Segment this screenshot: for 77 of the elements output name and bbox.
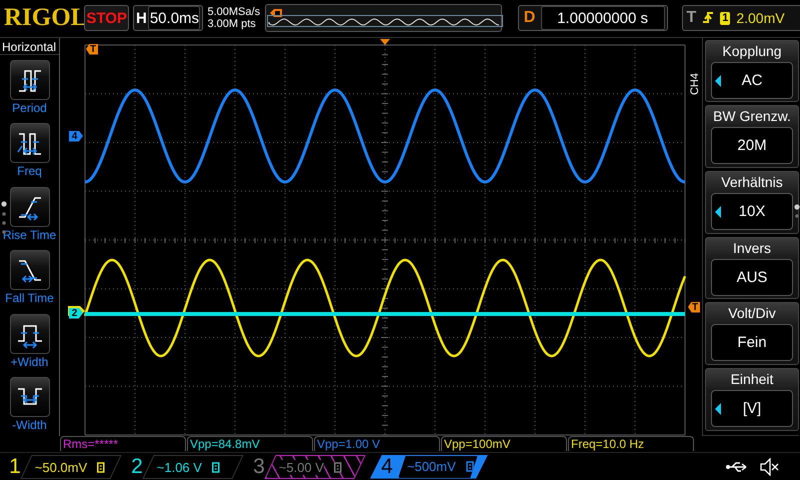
- menu-value: 10X: [738, 202, 766, 220]
- timebase-value: 50.0ms: [148, 6, 200, 30]
- menu-value-button[interactable]: AUS: [711, 258, 793, 296]
- period-button[interactable]: [10, 60, 50, 100]
- bandwidth-limit-icon: [97, 461, 106, 472]
- channel-number: 4: [380, 454, 394, 479]
- menu-value: Fein: [737, 334, 767, 352]
- channel-number: 3: [252, 454, 266, 479]
- menu-value-button[interactable]: 10X: [711, 192, 793, 230]
- menu-label: Rise Time: [2, 228, 56, 242]
- nwidth-button[interactable]: [10, 377, 50, 418]
- menu-label: -Width: [12, 418, 47, 432]
- channel-number: 2: [130, 454, 144, 479]
- usb-icon: [726, 460, 748, 473]
- menu-item-header: Kopplung: [722, 42, 782, 61]
- trigger-panel[interactable]: T 1 2.00mV: [682, 5, 800, 32]
- knob-arrow-icon: [715, 402, 721, 415]
- memory-depth: 3.00M pts: [207, 18, 257, 30]
- delay-label: D: [522, 9, 536, 28]
- trigger-level: 2.00mV: [736, 10, 785, 26]
- measurement-readout: Vpp=100mV: [441, 436, 567, 451]
- menu-value: AC: [742, 72, 762, 89]
- menu-label: Period: [12, 100, 47, 115]
- channel-tab[interactable]: 2 ~1.06 V: [126, 454, 238, 479]
- trigger-position-icon: [380, 38, 390, 45]
- measurement-readout: Freq=10.0 Hz: [568, 436, 694, 451]
- bandwidth-limit-icon: [466, 461, 474, 472]
- menu-value-button[interactable]: Fein: [711, 324, 793, 362]
- menu-item-header: BW Grenzw.: [713, 107, 791, 126]
- channel-tab[interactable]: 4 ~500mV: [370, 454, 488, 479]
- channel-tab[interactable]: 1 ~50.0mV: [4, 454, 116, 479]
- menu-title: Horizontal: [0, 38, 59, 55]
- menu-value-button[interactable]: [V]: [711, 390, 793, 427]
- channel-marker[interactable]: 4: [69, 130, 83, 142]
- trigger-label: T: [686, 9, 696, 28]
- channel-tab[interactable]: 3 ~5.00 V: [248, 454, 360, 479]
- speaker-muted-icon: [760, 458, 780, 476]
- scale-value: ~50.0mV: [35, 459, 88, 474]
- measurement-readout: Vpp=1.00 V: [314, 436, 440, 451]
- delay-panel[interactable]: D 1.00000000 s: [518, 5, 668, 32]
- trigger-marker[interactable]: T: [86, 44, 98, 55]
- knob-arrow-icon: [715, 74, 721, 87]
- menu-label: Fall Time: [5, 291, 54, 306]
- run-stop-button[interactable]: STOP: [84, 5, 130, 32]
- menu-value: 20M: [737, 137, 767, 154]
- measurement-readout: Vpp=84.8mV: [187, 436, 313, 451]
- bandwidth-limit-icon: [334, 461, 342, 472]
- fall-button[interactable]: [10, 250, 50, 290]
- timebase-panel[interactable]: H 50.0ms: [133, 5, 204, 32]
- menu-item-header: Invers: [732, 238, 772, 258]
- scale-value: ~500mV: [407, 459, 456, 474]
- menu-value-button[interactable]: AC: [711, 62, 793, 99]
- timebase-label: H: [134, 10, 148, 27]
- scale-value: ~5.00 V: [279, 459, 324, 474]
- scale-value: ~1.06 V: [157, 459, 202, 474]
- channel-label: CH4: [689, 72, 701, 95]
- menu-value: AUS: [736, 268, 768, 286]
- page-indicator-icon: [794, 204, 800, 220]
- menu-label: Freq: [17, 164, 42, 178]
- knob-arrow-icon: [715, 206, 721, 218]
- menu-value-button[interactable]: 20M: [711, 127, 793, 164]
- bandwidth-limit-icon: [212, 461, 220, 472]
- delay-value: 1.00000000 s: [540, 6, 665, 30]
- menu-item-header: Volt/Div: [728, 304, 776, 324]
- position-marker-icon: [268, 9, 283, 18]
- menu-label: +Width: [10, 354, 48, 369]
- menu-item-header: Einheit: [730, 370, 774, 389]
- measurement-readout: Rms=*****: [60, 436, 186, 451]
- channel-number: 1: [8, 454, 22, 479]
- trigger-source-badge: 1: [720, 12, 730, 25]
- rise-button[interactable]: [10, 186, 50, 227]
- freq-button[interactable]: [10, 123, 50, 164]
- pwidth-button[interactable]: [10, 314, 50, 354]
- sample-rate: 5.00MSa/s: [207, 6, 261, 18]
- menu-item-header: Verhältnis: [721, 172, 783, 192]
- menu-value: [V]: [742, 400, 762, 417]
- trigger-marker[interactable]: T: [688, 302, 700, 313]
